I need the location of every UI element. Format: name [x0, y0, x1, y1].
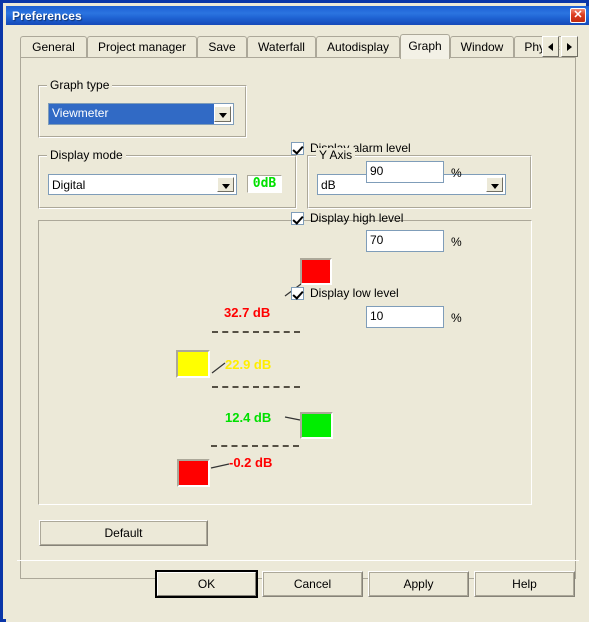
tab-window[interactable]: Window	[450, 36, 514, 58]
help-button[interactable]: Help	[474, 571, 575, 597]
cancel-button[interactable]: Cancel	[262, 571, 363, 597]
close-icon[interactable]: ✕	[570, 8, 586, 23]
low-level-unit: %	[451, 311, 462, 325]
tab-general[interactable]: General	[20, 36, 87, 58]
apply-button[interactable]: Apply	[368, 571, 469, 597]
window-title: Preferences	[12, 8, 82, 23]
chevron-down-icon[interactable]	[217, 177, 234, 192]
footer-divider	[17, 560, 579, 561]
ok-button[interactable]: OK	[155, 570, 258, 598]
help-button-label: Help	[512, 577, 537, 591]
chevron-right-icon	[567, 43, 572, 51]
graph-type-group-title: Graph type	[47, 78, 113, 92]
checkbox-icon[interactable]	[291, 211, 304, 225]
display-high-level-label: Display high level	[310, 211, 404, 225]
chevron-down-icon[interactable]	[486, 177, 503, 192]
graph-type-value: Viewmeter	[49, 104, 214, 124]
chevron-down-icon[interactable]	[214, 106, 231, 122]
graph-type-group: Graph type Viewmeter	[38, 78, 247, 138]
cancel-button-label: Cancel	[293, 577, 332, 591]
viewmeter-preview-panel: 32.7 dB 22.9 dB 12.4 dB -0.2 dB	[38, 220, 532, 505]
leader-lines	[210, 283, 302, 469]
title-bar: Preferences ✕	[6, 6, 589, 25]
graph-type-combo[interactable]: Viewmeter	[48, 103, 234, 125]
display-low-level-label: Display low level	[310, 286, 399, 300]
display-high-level-checkbox[interactable]: Display high level	[291, 211, 403, 225]
level-readout: 0dB	[247, 175, 282, 193]
tab-autodisplay[interactable]: Autodisplay	[316, 36, 400, 58]
low-level-input[interactable]: 10	[366, 306, 444, 328]
graph-tab-panel: Graph type Viewmeter Display mode Digita…	[20, 57, 576, 579]
ok-button-label: OK	[157, 572, 256, 596]
dialog-client-area: General Project manager Save Waterfall A…	[6, 25, 589, 622]
display-mode-value: Digital	[52, 177, 86, 192]
alarm-level-unit: %	[451, 166, 462, 180]
tab-save[interactable]: Save	[197, 36, 247, 58]
preferences-window: Preferences ✕ General Project manager Sa…	[0, 0, 589, 622]
display-low-level-checkbox[interactable]: Display low level	[291, 286, 399, 300]
tab-graph[interactable]: Graph	[400, 34, 450, 59]
alarm-level-input[interactable]: 90	[366, 161, 444, 183]
tab-scroll-right-button[interactable]	[561, 36, 578, 57]
display-mode-group: Display mode Digital 0dB	[38, 148, 297, 209]
high-level-input[interactable]: 70	[366, 230, 444, 252]
tab-waterfall[interactable]: Waterfall	[247, 36, 316, 58]
chevron-left-icon	[548, 43, 553, 51]
tab-strip: General Project manager Save Waterfall A…	[20, 34, 578, 59]
y-axis-group-title: Y Axis	[316, 148, 356, 162]
default-button-label: Default	[104, 526, 143, 540]
display-mode-group-title: Display mode	[47, 148, 126, 162]
checkbox-icon[interactable]	[291, 286, 304, 300]
tab-scroll-left-button[interactable]	[542, 36, 559, 57]
apply-button-label: Apply	[403, 577, 434, 591]
display-mode-combo[interactable]: Digital	[48, 174, 237, 195]
high-level-unit: %	[451, 235, 462, 249]
tab-project-manager[interactable]: Project manager	[87, 36, 197, 58]
default-button[interactable]: Default	[39, 520, 208, 546]
checkbox-icon[interactable]	[291, 141, 304, 155]
